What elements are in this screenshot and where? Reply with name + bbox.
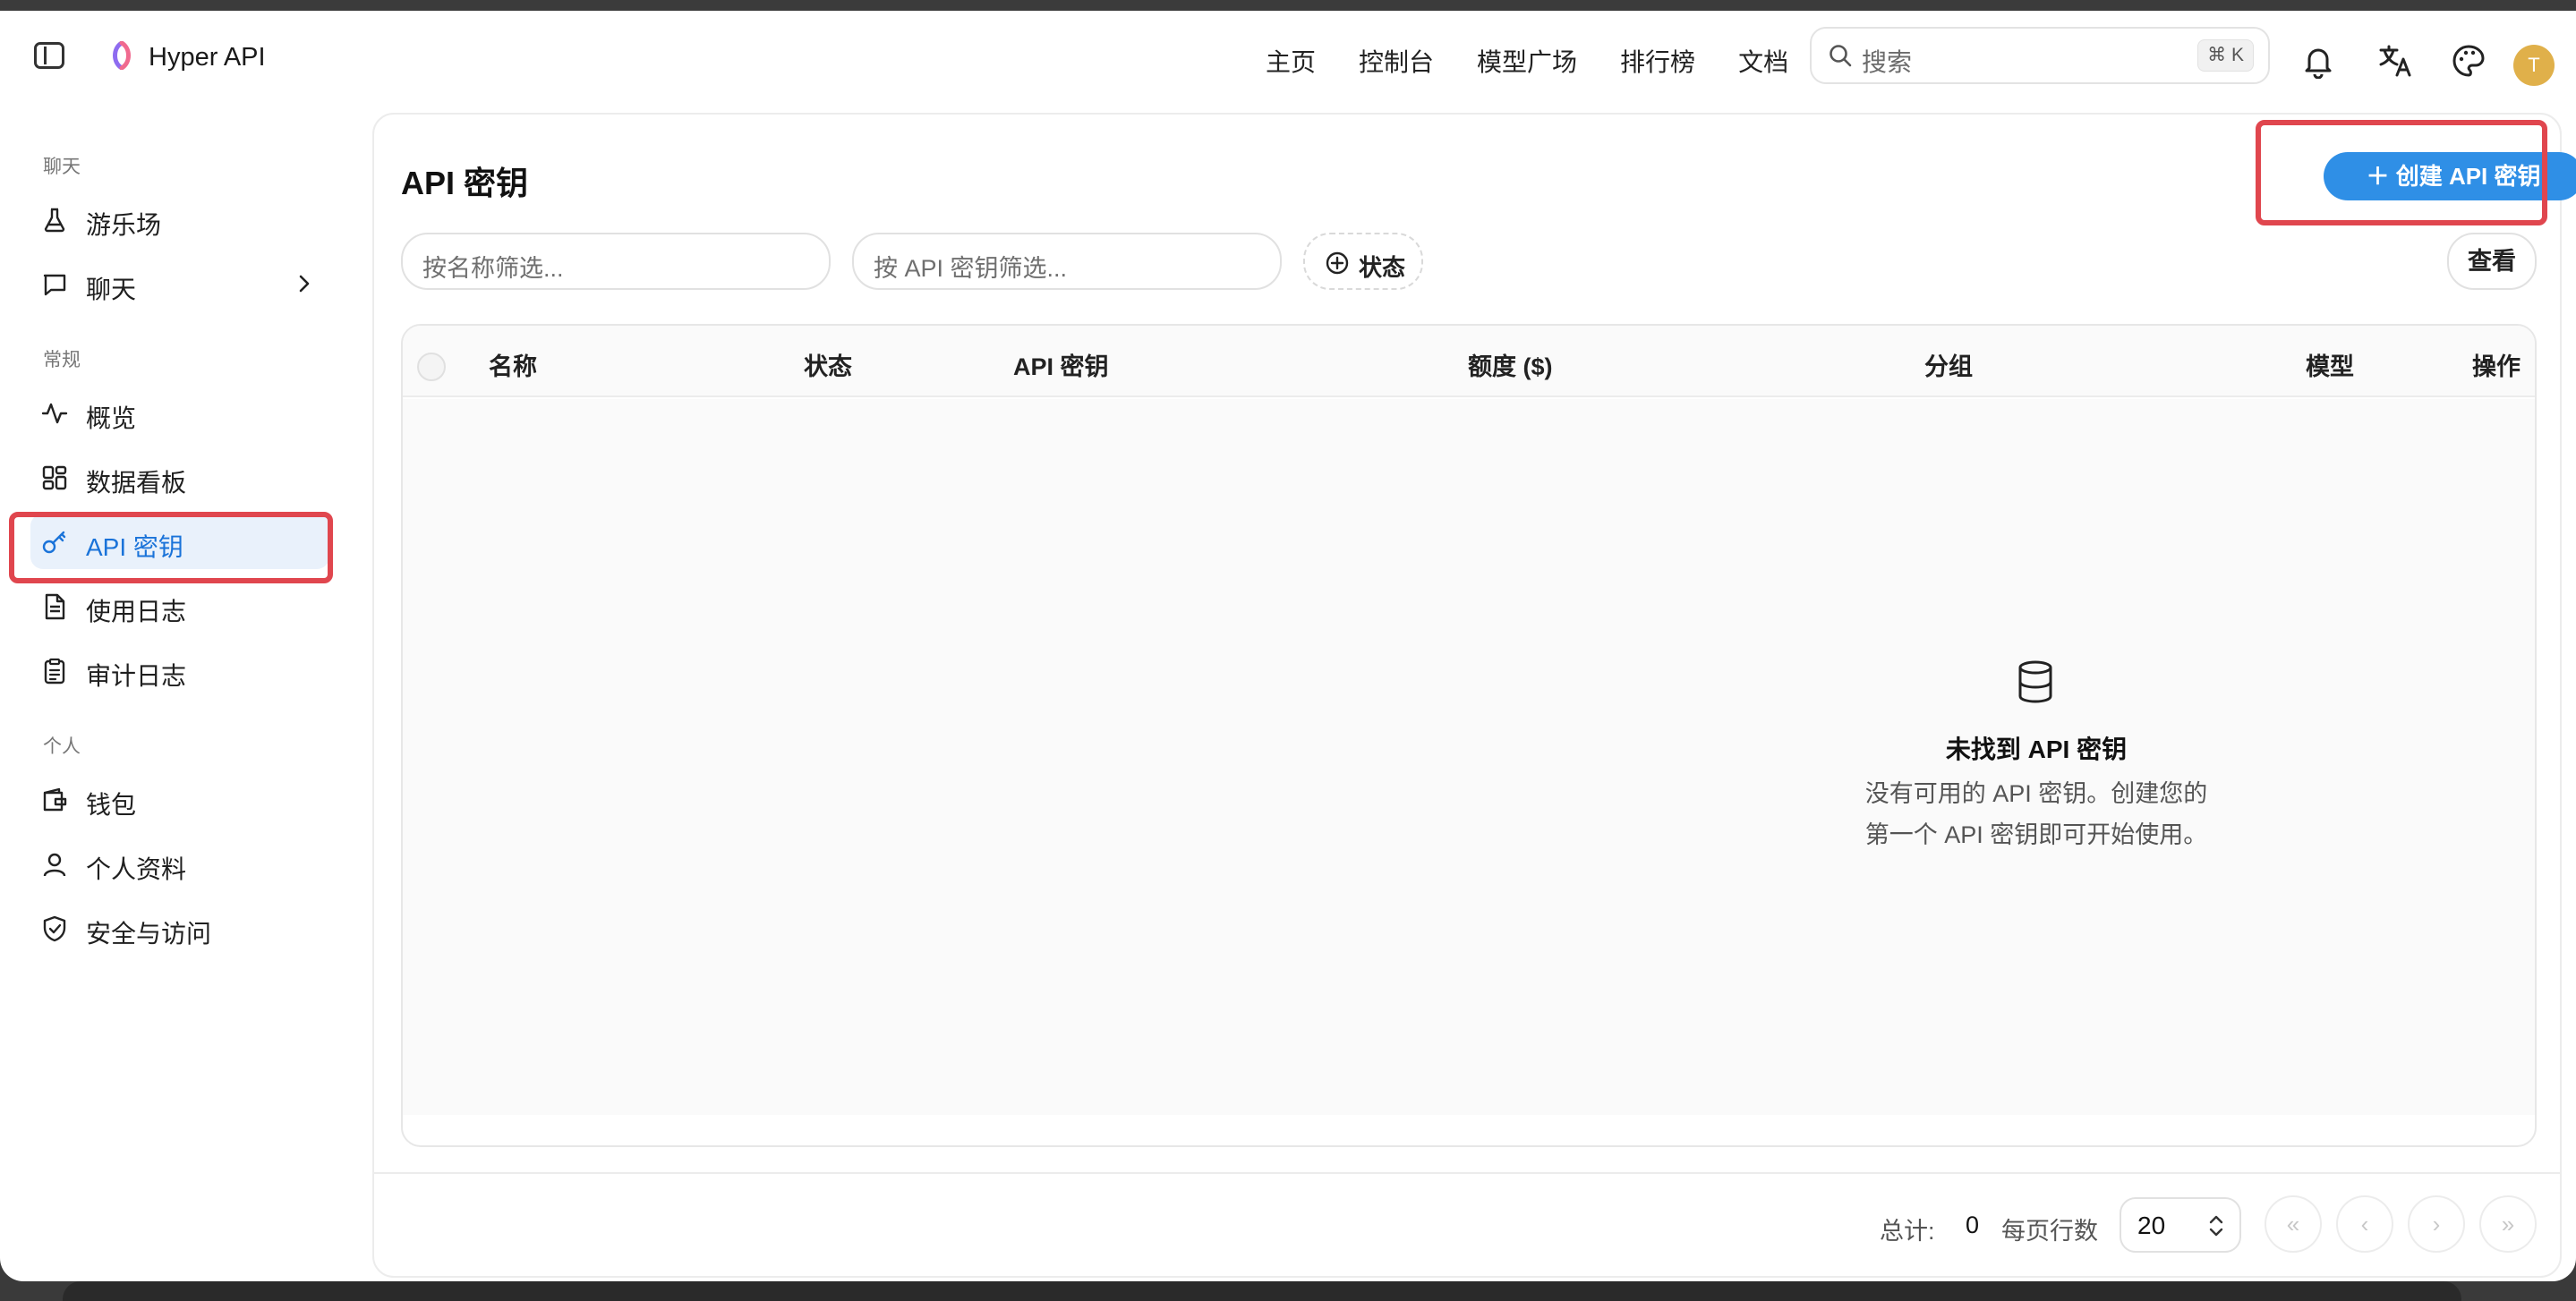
sidebar-item-dashboard[interactable]: 数据看板	[30, 449, 329, 505]
rows-per-page-value: 20	[2137, 1212, 2166, 1239]
total-label: 总计:	[1880, 1218, 1935, 1245]
top-header: Hyper API 主页 控制台 模型广场 排行榜 文档 搜索 ⌘ K T	[0, 11, 2576, 100]
shield-check-icon	[43, 915, 66, 942]
search-icon	[1830, 45, 1852, 67]
api-keys-table: 名称 状态 API 密钥 额度 ($) 分组 模型 操作 未找到 API 密钥 …	[401, 324, 2537, 1147]
highlight-box-create	[2256, 120, 2547, 225]
last-page-button[interactable]: »	[2479, 1195, 2537, 1253]
sidebar-item-usage-logs[interactable]: 使用日志	[30, 578, 329, 633]
clipboard-list-icon	[44, 658, 65, 685]
avatar[interactable]: T	[2513, 45, 2555, 86]
translate-icon[interactable]	[2377, 43, 2413, 79]
total-count: 0	[1966, 1212, 1980, 1238]
column-header-status[interactable]: 状态	[804, 347, 852, 382]
empty-state-line-1: 没有可用的 API 密钥。创建您的	[1864, 780, 2208, 807]
sidebar-item-chat[interactable]: 聊天	[30, 256, 329, 311]
brand-logo-icon	[113, 41, 131, 70]
key-filter-placeholder: 按 API 密钥筛选...	[874, 255, 1068, 282]
nav-console[interactable]: 控制台	[1359, 43, 1434, 79]
empty-state-line-2: 第一个 API 密钥即可开始使用。	[1864, 821, 2208, 848]
next-page-button[interactable]: ›	[2408, 1195, 2465, 1253]
user-icon	[43, 853, 66, 877]
search-box[interactable]: 搜索 ⌘ K	[1810, 27, 2270, 84]
sidebar-item-label: 个人资料	[86, 855, 187, 883]
sidebar-item-label: 概览	[86, 404, 137, 432]
dashboard-grid-icon	[42, 465, 67, 490]
database-icon	[2018, 660, 2052, 703]
sidebar-item-overview[interactable]: 概览	[30, 385, 329, 440]
palette-icon[interactable]	[2451, 43, 2486, 79]
page-title: API 密钥	[401, 165, 529, 201]
column-header-group[interactable]: 分组	[1924, 347, 1973, 382]
app-window: Hyper API 主页 控制台 模型广场 排行榜 文档 搜索 ⌘ K T 聊天…	[0, 11, 2576, 1281]
name-filter-input[interactable]: 按名称筛选...	[401, 233, 831, 290]
os-top-strip	[0, 0, 2576, 11]
sidebar-item-security[interactable]: 安全与访问	[30, 900, 329, 956]
column-header-actions: 操作	[2472, 353, 2521, 380]
sidebar-item-profile[interactable]: 个人资料	[30, 836, 329, 891]
nav-docs[interactable]: 文档	[1738, 43, 1788, 79]
footer-divider	[374, 1172, 2560, 1174]
file-text-icon	[45, 593, 65, 620]
table-body-empty: 未找到 API 密钥 没有可用的 API 密钥。创建您的 第一个 API 密钥即…	[403, 399, 2535, 1115]
sidebar-item-label: 游乐场	[86, 211, 162, 239]
empty-state-title: 未找到 API 密钥	[1945, 736, 2128, 763]
key-filter-input[interactable]: 按 API 密钥筛选...	[852, 233, 1282, 290]
name-filter-placeholder: 按名称筛选...	[422, 255, 564, 282]
sidebar-item-label: 钱包	[86, 791, 137, 819]
column-header-api-key[interactable]: API 密钥	[1013, 347, 1109, 382]
sidebar-item-label: 安全与访问	[86, 920, 212, 948]
activity-icon	[41, 403, 68, 424]
sidebar-item-label: 数据看板	[86, 469, 187, 497]
sidebar-item-wallet[interactable]: 钱包	[30, 771, 329, 827]
chevron-right-icon	[299, 275, 310, 293]
plus-circle-icon	[1326, 251, 1349, 275]
top-nav: 主页 控制台 模型广场 排行榜 文档	[1266, 43, 1788, 79]
sidebar-item-audit-logs[interactable]: 审计日志	[30, 642, 329, 698]
sidebar-toggle-icon[interactable]	[34, 42, 64, 69]
search-placeholder: 搜索	[1862, 48, 1913, 76]
nav-home[interactable]: 主页	[1266, 43, 1316, 79]
bell-icon[interactable]	[2300, 43, 2336, 79]
wallet-icon	[43, 787, 67, 812]
rows-per-page-label: 每页行数	[2001, 1218, 2098, 1245]
prev-page-button[interactable]: ‹	[2336, 1195, 2393, 1253]
status-filter-label: 状态	[1359, 254, 1406, 281]
sidebar-section-personal: 个人	[43, 736, 81, 757]
column-header-name[interactable]: 名称	[489, 347, 537, 382]
sidebar-item-label: 审计日志	[86, 662, 187, 690]
nav-model-market[interactable]: 模型广场	[1477, 43, 1577, 79]
chevrons-up-down-icon	[2209, 1215, 2223, 1237]
view-options-button[interactable]: 查看	[2447, 233, 2537, 290]
nav-leaderboard[interactable]: 排行榜	[1620, 43, 1695, 79]
sidebar-item-label: 聊天	[86, 276, 137, 303]
sidebar-item-label: 使用日志	[86, 598, 187, 625]
highlight-box-sidebar	[9, 512, 333, 583]
os-dock-edge	[63, 1281, 2461, 1301]
empty-state-description: 没有可用的 API 密钥。创建您的 第一个 API 密钥即可开始使用。	[1835, 773, 2238, 855]
main-panel: API 密钥 ＋ 创建 API 密钥 按名称筛选... 按 API 密钥筛选..…	[372, 113, 2576, 1278]
message-square-icon	[43, 274, 66, 296]
sidebar-section-general: 常规	[43, 350, 81, 370]
sidebar-section-chat: 聊天	[43, 157, 81, 177]
flask-icon	[44, 208, 65, 233]
rows-per-page-select[interactable]: 20	[2120, 1197, 2241, 1253]
search-shortcut-badge: ⌘ K	[2197, 39, 2254, 72]
first-page-button[interactable]: «	[2265, 1195, 2322, 1253]
status-filter-button[interactable]: 状态	[1303, 233, 1423, 290]
column-header-model[interactable]: 模型	[2306, 347, 2354, 382]
sidebar-item-playground[interactable]: 游乐场	[30, 191, 329, 247]
brand-name[interactable]: Hyper API	[149, 43, 266, 72]
table-header: 名称 状态 API 密钥 额度 ($) 分组 模型 操作	[403, 326, 2535, 397]
select-all-checkbox[interactable]	[417, 353, 446, 381]
column-header-quota[interactable]: 额度 ($)	[1468, 347, 1553, 382]
